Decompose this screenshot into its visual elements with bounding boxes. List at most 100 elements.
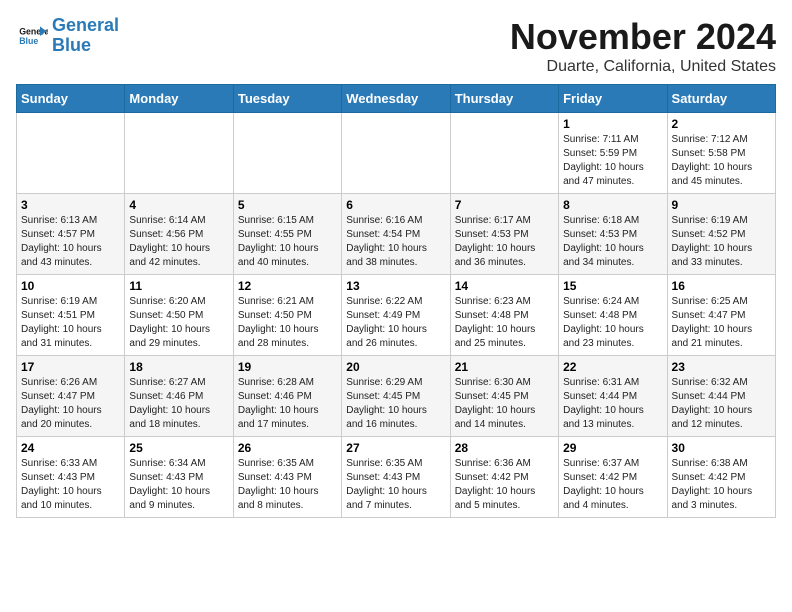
day-info: Sunrise: 6:19 AM Sunset: 4:51 PM Dayligh…: [21, 295, 120, 351]
calendar-day-cell: 28Sunrise: 6:36 AM Sunset: 4:42 PM Dayli…: [450, 437, 558, 518]
day-info: Sunrise: 6:28 AM Sunset: 4:46 PM Dayligh…: [238, 376, 337, 432]
calendar-day-cell: 18Sunrise: 6:27 AM Sunset: 4:46 PM Dayli…: [125, 356, 233, 437]
calendar-day-cell: 14 Sunrise: 6:23 AM Sunset: 4:48 PM Dayli…: [450, 275, 558, 356]
calendar-day-cell: 17 Sunrise: 6:26 AM Sunset: 4:47 PM Dayli…: [17, 356, 125, 437]
day-number: 2: [672, 117, 771, 131]
day-info: Sunrise: 7:12 AM Sunset: 5:58 PM Dayligh…: [672, 133, 771, 189]
calendar-day-cell: [342, 113, 450, 194]
day-info: Sunrise: 6:32 AM Sunset: 4:44 PM Dayligh…: [672, 376, 771, 432]
day-number: 28: [455, 441, 554, 455]
title-block: November 2024 Duarte, California, United…: [510, 16, 776, 76]
day-info: Sunrise: 6:13 AM Sunset: 4:57 PM Dayligh…: [21, 214, 120, 270]
day-info: Sunrise: 6:18 AM Sunset: 4:53 PM Dayligh…: [563, 214, 662, 270]
calendar-week-row: 24 Sunrise: 6:33 AM Sunset: 4:43 PM Dayli…: [17, 437, 776, 518]
day-info: Sunrise: 6:34 AM Sunset: 4:43 PM Dayligh…: [129, 457, 228, 513]
logo-blue: Blue: [52, 35, 91, 55]
day-number: 17: [21, 360, 120, 374]
day-info: Sunrise: 6:19 AM Sunset: 4:52 PM Dayligh…: [672, 214, 771, 270]
day-number: 16: [672, 279, 771, 293]
day-info: Sunrise: 6:33 AM Sunset: 4:43 PM Dayligh…: [21, 457, 120, 513]
day-info: Sunrise: 6:16 AM Sunset: 4:54 PM Dayligh…: [346, 214, 445, 270]
day-info: Sunrise: 6:37 AM Sunset: 4:42 PM Dayligh…: [563, 457, 662, 513]
calendar-header-cell: Saturday: [667, 85, 775, 113]
day-number: 15: [563, 279, 662, 293]
calendar-day-cell: 2 Sunrise: 7:12 AM Sunset: 5:58 PM Daylig…: [667, 113, 775, 194]
day-info: Sunrise: 6:38 AM Sunset: 4:42 PM Dayligh…: [672, 457, 771, 513]
day-info: Sunrise: 6:27 AM Sunset: 4:46 PM Dayligh…: [129, 376, 228, 432]
calendar-day-cell: 30 Sunrise: 6:38 AM Sunset: 4:42 PM Dayli…: [667, 437, 775, 518]
calendar-day-cell: 8 Sunrise: 6:18 AM Sunset: 4:53 PM Daylig…: [559, 194, 667, 275]
calendar-header-cell: Friday: [559, 85, 667, 113]
day-number: 24: [21, 441, 120, 455]
day-number: 3: [21, 198, 120, 212]
day-number: 5: [238, 198, 337, 212]
calendar-day-cell: 6 Sunrise: 6:16 AM Sunset: 4:54 PM Daylig…: [342, 194, 450, 275]
calendar-day-cell: 7 Sunrise: 6:17 AM Sunset: 4:53 PM Daylig…: [450, 194, 558, 275]
calendar-day-cell: 3 Sunrise: 6:13 AM Sunset: 4:57 PM Daylig…: [17, 194, 125, 275]
calendar-day-cell: 25 Sunrise: 6:34 AM Sunset: 4:43 PM Dayli…: [125, 437, 233, 518]
calendar-week-row: 3 Sunrise: 6:13 AM Sunset: 4:57 PM Daylig…: [17, 194, 776, 275]
calendar-header-cell: Wednesday: [342, 85, 450, 113]
calendar-day-cell: 5 Sunrise: 6:15 AM Sunset: 4:55 PM Daylig…: [233, 194, 341, 275]
day-info: Sunrise: 6:15 AM Sunset: 4:55 PM Dayligh…: [238, 214, 337, 270]
day-number: 6: [346, 198, 445, 212]
calendar-day-cell: [125, 113, 233, 194]
day-number: 22: [563, 360, 662, 374]
day-number: 20: [346, 360, 445, 374]
location: Duarte, California, United States: [510, 58, 776, 76]
day-info: Sunrise: 6:26 AM Sunset: 4:47 PM Dayligh…: [21, 376, 120, 432]
day-number: 7: [455, 198, 554, 212]
day-number: 8: [563, 198, 662, 212]
day-number: 29: [563, 441, 662, 455]
day-info: Sunrise: 6:35 AM Sunset: 4:43 PM Dayligh…: [238, 457, 337, 513]
day-info: Sunrise: 6:35 AM Sunset: 4:43 PM Dayligh…: [346, 457, 445, 513]
calendar-day-cell: 22 Sunrise: 6:31 AM Sunset: 4:44 PM Dayli…: [559, 356, 667, 437]
day-info: Sunrise: 6:20 AM Sunset: 4:50 PM Dayligh…: [129, 295, 228, 351]
day-number: 27: [346, 441, 445, 455]
day-info: Sunrise: 6:24 AM Sunset: 4:48 PM Dayligh…: [563, 295, 662, 351]
calendar-day-cell: 1Sunrise: 7:11 AM Sunset: 5:59 PM Daylig…: [559, 113, 667, 194]
calendar-table: SundayMondayTuesdayWednesdayThursdayFrid…: [16, 84, 776, 518]
day-number: 10: [21, 279, 120, 293]
day-number: 13: [346, 279, 445, 293]
day-number: 12: [238, 279, 337, 293]
day-number: 19: [238, 360, 337, 374]
calendar-day-cell: 19 Sunrise: 6:28 AM Sunset: 4:46 PM Dayli…: [233, 356, 341, 437]
day-info: Sunrise: 6:17 AM Sunset: 4:53 PM Dayligh…: [455, 214, 554, 270]
calendar-day-cell: 26Sunrise: 6:35 AM Sunset: 4:43 PM Dayli…: [233, 437, 341, 518]
calendar-day-cell: [17, 113, 125, 194]
calendar-week-row: 10 Sunrise: 6:19 AM Sunset: 4:51 PM Dayli…: [17, 275, 776, 356]
day-number: 4: [129, 198, 228, 212]
calendar-header-cell: Tuesday: [233, 85, 341, 113]
day-number: 9: [672, 198, 771, 212]
day-number: 11: [129, 279, 228, 293]
day-info: Sunrise: 6:14 AM Sunset: 4:56 PM Dayligh…: [129, 214, 228, 270]
calendar-day-cell: 24 Sunrise: 6:33 AM Sunset: 4:43 PM Dayli…: [17, 437, 125, 518]
day-info: Sunrise: 6:30 AM Sunset: 4:45 PM Dayligh…: [455, 376, 554, 432]
calendar-header-cell: Sunday: [17, 85, 125, 113]
calendar-day-cell: 15 Sunrise: 6:24 AM Sunset: 4:48 PM Dayli…: [559, 275, 667, 356]
calendar-day-cell: 4 Sunrise: 6:14 AM Sunset: 4:56 PM Daylig…: [125, 194, 233, 275]
logo-general: General: [52, 15, 119, 35]
calendar-day-cell: 9 Sunrise: 6:19 AM Sunset: 4:52 PM Daylig…: [667, 194, 775, 275]
calendar-body: 1Sunrise: 7:11 AM Sunset: 5:59 PM Daylig…: [17, 113, 776, 518]
calendar-week-row: 1Sunrise: 7:11 AM Sunset: 5:59 PM Daylig…: [17, 113, 776, 194]
day-info: Sunrise: 6:22 AM Sunset: 4:49 PM Dayligh…: [346, 295, 445, 351]
day-info: Sunrise: 6:29 AM Sunset: 4:45 PM Dayligh…: [346, 376, 445, 432]
day-info: Sunrise: 6:31 AM Sunset: 4:44 PM Dayligh…: [563, 376, 662, 432]
day-number: 23: [672, 360, 771, 374]
calendar-day-cell: 20 Sunrise: 6:29 AM Sunset: 4:45 PM Dayli…: [342, 356, 450, 437]
month-title: November 2024: [510, 16, 776, 58]
calendar-header-row: SundayMondayTuesdayWednesdayThursdayFrid…: [17, 85, 776, 113]
calendar-day-cell: 12Sunrise: 6:21 AM Sunset: 4:50 PM Dayli…: [233, 275, 341, 356]
day-number: 1: [563, 117, 662, 131]
page-header: General Blue General Blue November 2024 …: [16, 16, 776, 76]
day-info: Sunrise: 6:23 AM Sunset: 4:48 PM Dayligh…: [455, 295, 554, 351]
day-number: 25: [129, 441, 228, 455]
day-number: 14: [455, 279, 554, 293]
day-number: 30: [672, 441, 771, 455]
day-number: 21: [455, 360, 554, 374]
svg-text:Blue: Blue: [19, 36, 38, 46]
calendar-day-cell: 29 Sunrise: 6:37 AM Sunset: 4:42 PM Dayli…: [559, 437, 667, 518]
calendar-day-cell: 21 Sunrise: 6:30 AM Sunset: 4:45 PM Dayli…: [450, 356, 558, 437]
